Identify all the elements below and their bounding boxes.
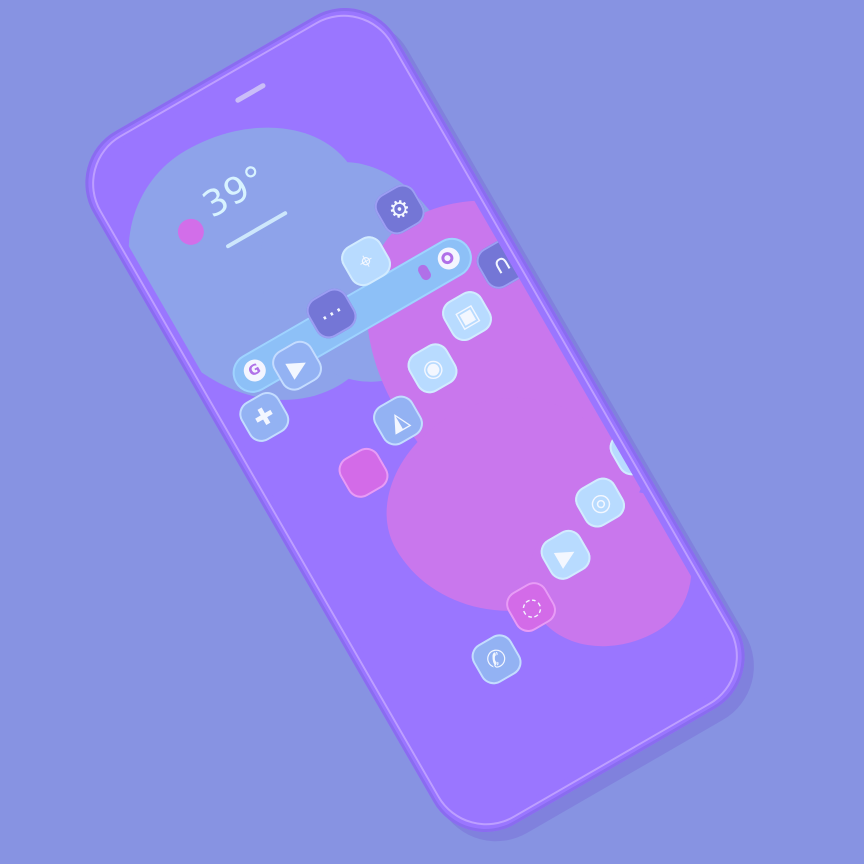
lens-icon[interactable]	[433, 243, 464, 274]
photo-scene: 39° G ⚙ ⌖ ⋯ ▶ ✚ ∩ ▣ ◉ ◭ M ◎ ▶ ◌ ✆	[0, 0, 864, 864]
microphone-icon[interactable]	[416, 263, 433, 282]
google-logo-icon: G	[239, 355, 270, 386]
status-indicator	[234, 82, 267, 104]
phone-screen: 39° G ⚙ ⌖ ⋯ ▶ ✚ ∩ ▣ ◉ ◭ M ◎ ▶ ◌ ✆	[82, 5, 748, 835]
smartphone: 39° G ⚙ ⌖ ⋯ ▶ ✚ ∩ ▣ ◉ ◭ M ◎ ▶ ◌ ✆	[63, 0, 767, 854]
sun-icon	[173, 214, 209, 250]
store-icon[interactable]	[333, 442, 394, 503]
phone-icon[interactable]: ✆	[466, 629, 527, 690]
weather-detail-line	[225, 210, 288, 249]
